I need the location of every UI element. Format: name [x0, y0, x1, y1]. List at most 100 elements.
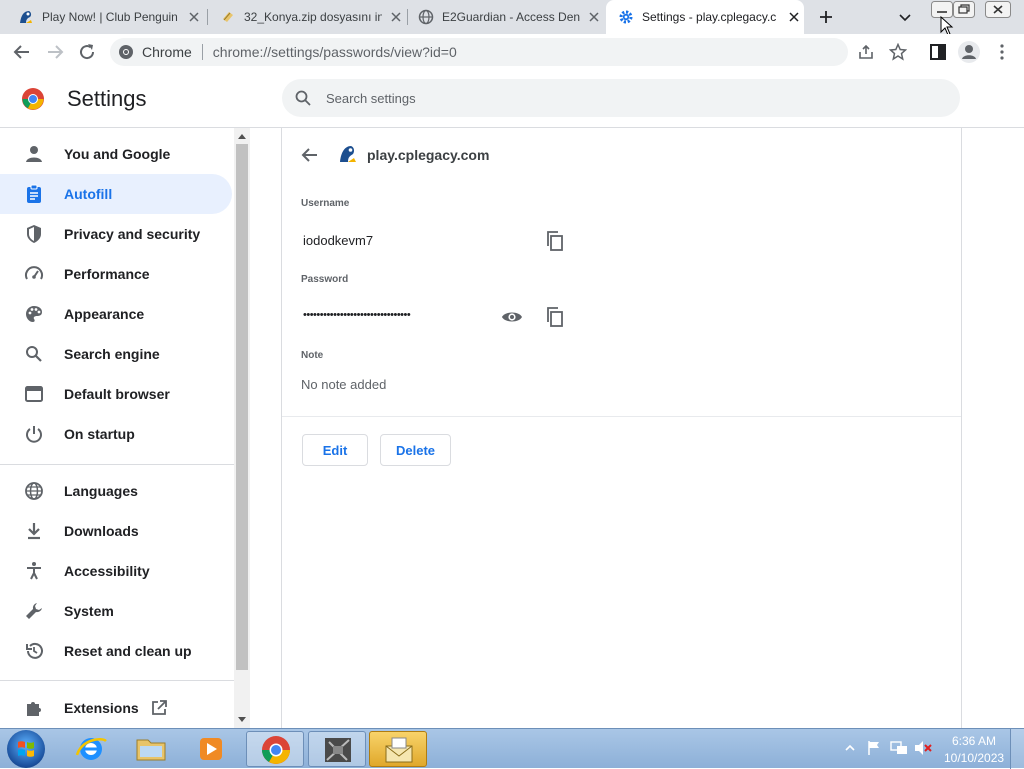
taskbar-game-app[interactable]	[308, 731, 366, 767]
url-text[interactable]: chrome://settings/passwords/view?id=0	[213, 44, 457, 60]
sidebar-item-search-engine[interactable]: Search engine	[0, 334, 232, 374]
tab-settings[interactable]: Settings - play.cplegacy.c	[606, 0, 804, 34]
tab-konya-zip[interactable]: 32_Konya.zip dosyasını in	[208, 0, 408, 34]
action-center-flag-icon[interactable]	[866, 740, 882, 756]
settings-search-box[interactable]: Search settings	[282, 79, 960, 117]
tab-club-penguin[interactable]: Play Now! | Club Penguin	[0, 0, 208, 34]
scroll-up-arrow-icon[interactable]	[237, 132, 247, 140]
profile-avatar[interactable]	[958, 41, 980, 63]
sidebar-item-performance[interactable]: Performance	[0, 254, 232, 294]
sidebar-item-label: System	[64, 603, 114, 619]
edit-button[interactable]: Edit	[302, 434, 368, 466]
sidebar-item-extensions[interactable]: Extensions	[0, 688, 232, 728]
search-icon	[26, 346, 42, 362]
sidebar-item-languages[interactable]: Languages	[0, 471, 232, 511]
sidebar-item-system[interactable]: System	[0, 591, 232, 631]
sidebar-item-label: Autofill	[64, 186, 113, 202]
new-tab-icon[interactable]	[818, 9, 834, 25]
taskbar-ie[interactable]	[62, 731, 120, 767]
taskbar-explorer[interactable]	[122, 731, 180, 767]
wrench-icon	[26, 603, 42, 619]
search-placeholder: Search settings	[326, 90, 416, 106]
tab-e2guardian[interactable]: E2Guardian - Access Den	[408, 0, 606, 34]
sidebar-item-label: Languages	[64, 483, 138, 499]
clipboard-icon	[27, 184, 41, 203]
omnibox-divider	[201, 44, 203, 60]
close-icon[interactable]	[786, 9, 802, 25]
copy-password-icon[interactable]	[546, 307, 564, 327]
side-panel-icon[interactable]	[929, 43, 947, 61]
tray-expand-icon[interactable]	[845, 743, 855, 753]
delete-button[interactable]: Delete	[380, 434, 451, 466]
sidebar-item-reset[interactable]: Reset and clean up	[0, 631, 232, 671]
history-icon	[26, 642, 43, 659]
volume-muted-icon[interactable]	[914, 740, 932, 756]
back-arrow-icon[interactable]	[301, 146, 319, 164]
share-icon[interactable]	[858, 44, 874, 60]
start-button[interactable]	[7, 730, 45, 768]
palette-icon	[26, 306, 42, 322]
copy-username-icon[interactable]	[546, 231, 564, 251]
site-chip-label: Chrome	[142, 44, 192, 60]
address-bar[interactable]: Chrome chrome://settings/passwords/view?…	[110, 38, 848, 66]
site-name: play.cplegacy.com	[367, 147, 490, 163]
sidebar-item-default-browser[interactable]: Default browser	[0, 374, 232, 414]
internet-explorer-icon	[75, 738, 107, 760]
note-label: Note	[301, 350, 324, 361]
mail-app-icon	[385, 737, 413, 763]
shield-icon	[27, 225, 41, 243]
restore-icon[interactable]	[953, 1, 975, 18]
scroll-down-arrow-icon[interactable]	[237, 716, 247, 724]
network-icon[interactable]	[890, 740, 908, 756]
window-close-icon[interactable]	[985, 1, 1011, 18]
open-in-new-icon	[152, 700, 167, 715]
show-desktop-button[interactable]	[1010, 729, 1024, 769]
windows-taskbar: 6:36 AM 10/10/2023	[0, 728, 1024, 769]
page-title: Settings	[67, 86, 147, 111]
close-icon[interactable]	[586, 9, 602, 25]
username-label: Username	[301, 198, 350, 209]
penguin-icon	[20, 11, 32, 23]
close-icon[interactable]	[388, 9, 404, 25]
sidebar-item-on-startup[interactable]: On startup	[0, 414, 232, 454]
bookmark-star-icon[interactable]	[889, 43, 907, 61]
sidebar: You and Google Autofill Privacy and secu…	[0, 128, 250, 728]
sidebar-item-privacy[interactable]: Privacy and security	[0, 214, 232, 254]
section-divider	[282, 416, 961, 417]
sidebar-item-label: You and Google	[64, 146, 171, 162]
sidebar-item-autofill[interactable]: Autofill	[0, 174, 232, 214]
close-icon[interactable]	[186, 9, 202, 25]
tab-label: E2Guardian - Access Den	[442, 10, 580, 24]
taskbar-chrome[interactable]	[246, 731, 304, 767]
sidebar-item-label: Accessibility	[64, 563, 150, 579]
clock-date[interactable]: 10/10/2023	[944, 751, 1004, 765]
mouse-cursor-icon	[940, 16, 954, 36]
back-icon[interactable]	[12, 42, 32, 62]
sidebar-item-appearance[interactable]: Appearance	[0, 294, 232, 334]
puzzle-icon	[27, 702, 41, 716]
globe-icon	[418, 9, 434, 25]
more-menu-icon[interactable]	[994, 43, 1010, 61]
sidebar-item-accessibility[interactable]: Accessibility	[0, 551, 232, 591]
media-player-icon	[200, 738, 222, 760]
taskbar-media-player[interactable]	[182, 731, 240, 767]
taskbar-mail-app[interactable]	[369, 731, 427, 767]
forward-icon[interactable]	[45, 42, 65, 62]
scrollbar-thumb[interactable]	[236, 144, 248, 670]
sidebar-item-label: Default browser	[64, 386, 170, 402]
gear-icon	[619, 10, 633, 24]
reload-icon[interactable]	[77, 42, 97, 62]
clock-time[interactable]: 6:36 AM	[952, 734, 996, 748]
chrome-logo-icon	[262, 736, 290, 764]
show-password-eye-icon[interactable]	[501, 309, 523, 325]
sidebar-divider	[0, 464, 234, 465]
chrome-site-icon	[119, 45, 133, 59]
sidebar-scrollbar[interactable]	[234, 128, 250, 728]
sidebar-item-downloads[interactable]: Downloads	[0, 511, 232, 551]
sidebar-item-you-and-google[interactable]: You and Google	[0, 134, 232, 174]
tab-search-chevron-icon[interactable]	[898, 10, 912, 24]
globe-icon	[25, 482, 43, 500]
tab-strip: Play Now! | Club Penguin 32_Konya.zip do…	[0, 0, 1024, 36]
sidebar-item-label: Extensions	[64, 700, 139, 716]
sidebar-item-label: Appearance	[64, 306, 145, 322]
